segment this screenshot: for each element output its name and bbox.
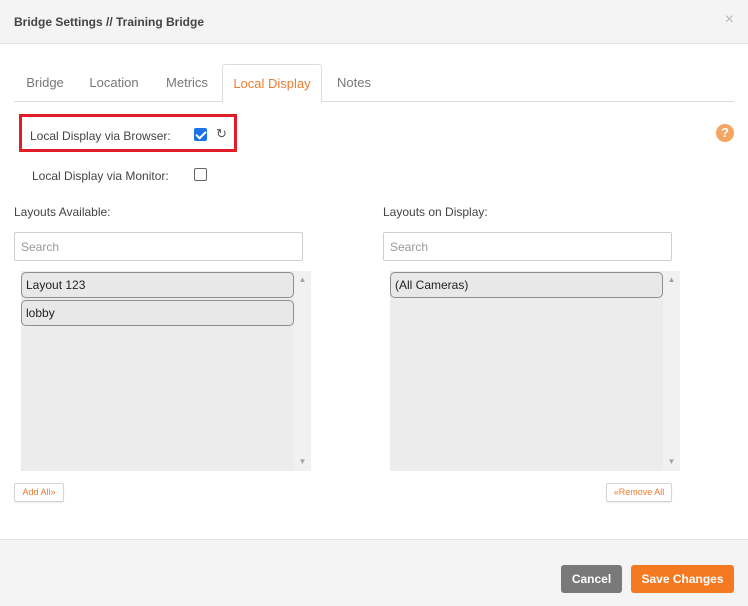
scrollbar[interactable]: ▲ ▼ <box>663 271 680 471</box>
scroll-down-icon[interactable]: ▼ <box>294 455 311 469</box>
tab-notes[interactable]: Notes <box>328 64 380 102</box>
dialog-title: Bridge Settings // Training Bridge <box>14 15 205 29</box>
tab-local-display[interactable]: Local Display <box>222 64 322 103</box>
help-icon[interactable]: ? <box>716 124 734 142</box>
browser-option-label: Local Display via Browser: <box>30 129 171 143</box>
scroll-up-icon[interactable]: ▲ <box>294 273 311 287</box>
remove-all-button[interactable]: «Remove All <box>606 483 672 502</box>
dialog-header: Bridge Settings // Training Bridge × <box>0 0 748 44</box>
cancel-button[interactable]: Cancel <box>561 565 622 593</box>
close-icon[interactable]: × <box>725 11 734 29</box>
list-item[interactable]: (All Cameras) <box>390 272 663 298</box>
list-item[interactable]: lobby <box>21 300 294 326</box>
scroll-down-icon[interactable]: ▼ <box>663 455 680 469</box>
dialog-footer: Cancel Save Changes <box>0 539 748 606</box>
on-display-listbox[interactable]: (All Cameras) ▲ ▼ <box>390 271 680 471</box>
available-search-input[interactable] <box>14 232 303 261</box>
scroll-up-icon[interactable]: ▲ <box>663 273 680 287</box>
scrollbar[interactable]: ▲ ▼ <box>294 271 311 471</box>
layouts-on-display-label: Layouts on Display: <box>383 205 488 219</box>
tab-location[interactable]: Location <box>80 64 148 102</box>
layouts-available-label: Layouts Available: <box>14 205 111 219</box>
available-listbox[interactable]: Layout 123 lobby ▲ ▼ <box>21 271 311 471</box>
tab-metrics[interactable]: Metrics <box>154 64 220 102</box>
bridge-settings-dialog: Bridge Settings // Training Bridge × Bri… <box>0 0 748 606</box>
save-changes-button[interactable]: Save Changes <box>631 565 734 593</box>
tab-bridge[interactable]: Bridge <box>14 64 76 102</box>
add-all-button[interactable]: Add All» <box>14 483 64 502</box>
tab-bar: Bridge Location Metrics Local Display No… <box>14 64 734 103</box>
browser-checkbox[interactable] <box>194 128 207 141</box>
monitor-checkbox[interactable] <box>194 168 207 181</box>
monitor-option-label: Local Display via Monitor: <box>32 169 169 183</box>
list-item[interactable]: Layout 123 <box>21 272 294 298</box>
on-display-search-input[interactable] <box>383 232 672 261</box>
undo-icon[interactable]: ↻ <box>216 127 227 140</box>
